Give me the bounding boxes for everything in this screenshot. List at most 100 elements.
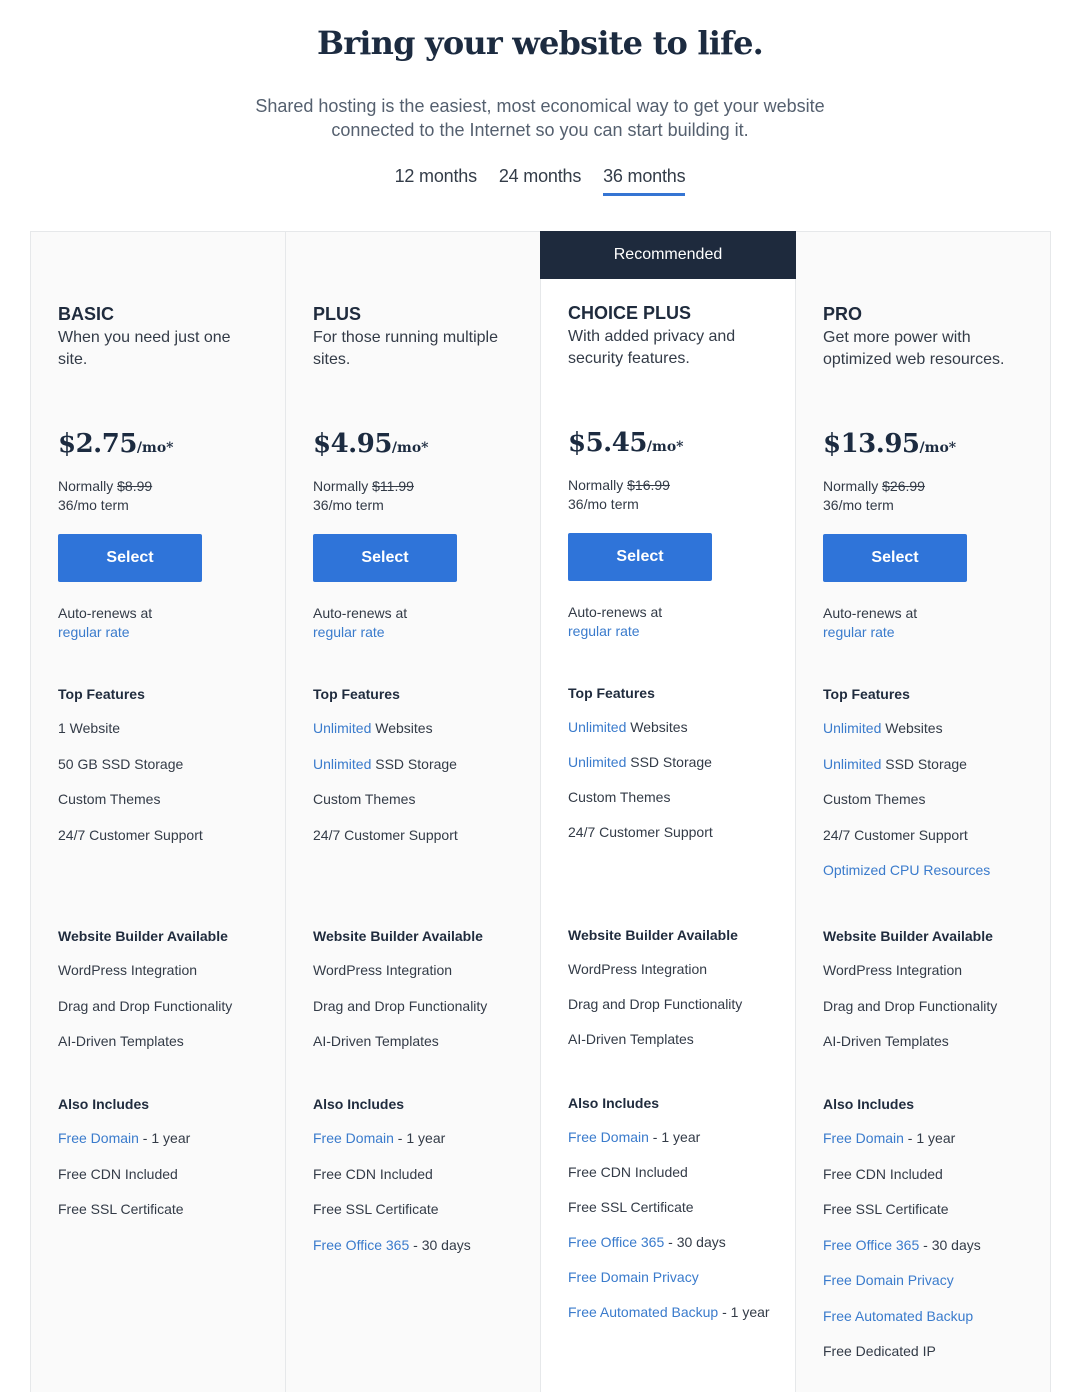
renew-info: Auto-renews at regular rate bbox=[313, 604, 407, 642]
feature-item: Free Domain Privacy bbox=[568, 1268, 788, 1287]
feature-item: AI-Driven Templates bbox=[568, 1031, 694, 1047]
regular-rate-link[interactable]: regular rate bbox=[823, 624, 895, 640]
feature-item: 24/7 Customer Support bbox=[823, 826, 1043, 845]
feature-text: Websites bbox=[371, 720, 433, 736]
price-unit: /mo* bbox=[646, 439, 684, 455]
feature-link[interactable]: Unlimited bbox=[568, 719, 626, 735]
feature-link[interactable]: Free Domain bbox=[823, 1130, 904, 1146]
pricing-cards: BASIC When you need just one site. $2.75/m… bbox=[30, 231, 1051, 1392]
feature-link[interactable]: Free Domain bbox=[568, 1129, 649, 1145]
renew-text: Auto-renews at bbox=[568, 604, 663, 620]
feature-link[interactable]: Optimized CPU Resources bbox=[823, 862, 990, 878]
website-builder-section: Website Builder Available WordPress Integ… bbox=[313, 928, 533, 1068]
tab-36-months[interactable]: 36 months bbox=[603, 166, 686, 196]
feature-link[interactable]: Unlimited bbox=[823, 720, 881, 736]
feature-text: Free CDN Included bbox=[823, 1165, 943, 1182]
feature-item: 24/7 Customer Support bbox=[313, 826, 533, 845]
section-title: Top Features bbox=[568, 685, 655, 701]
feature-item: Drag and Drop Functionality bbox=[313, 997, 488, 1014]
feature-item: 50 GB SSD Storage bbox=[58, 755, 278, 774]
section-title: Also Includes bbox=[568, 1095, 660, 1111]
feature-link[interactable]: Free Office 365 bbox=[823, 1237, 919, 1253]
feature-text: - 30 days bbox=[409, 1236, 471, 1253]
feature-item: Free Automated Backup - 1 year bbox=[568, 1303, 788, 1322]
feature-item: Custom Themes bbox=[823, 790, 1043, 809]
feature-text: - 1 year bbox=[648, 1129, 701, 1145]
feature-text: Free SSL Certificate bbox=[823, 1201, 949, 1217]
feature-text: - 1 year bbox=[393, 1130, 446, 1146]
plan-card-plus: PLUS For those running multiple sites. $4.… bbox=[286, 232, 541, 1392]
term-tabs: 12 months 24 months 36 months bbox=[0, 166, 1080, 196]
normally-label: Normally bbox=[313, 478, 369, 494]
feature-link[interactable]: Free Automated Backup bbox=[568, 1304, 718, 1320]
plan-description: Get more power with optimized web resour… bbox=[823, 329, 1005, 368]
feature-link[interactable]: Free Office 365 bbox=[313, 1237, 409, 1253]
normally-label: Normally bbox=[568, 477, 624, 493]
select-button[interactable]: Select bbox=[823, 534, 967, 582]
website-builder-section: Website Builder Available WordPress Integ… bbox=[568, 927, 788, 1065]
feature-item: WordPress Integration bbox=[313, 962, 453, 978]
feature-link[interactable]: Free Office 365 bbox=[568, 1234, 664, 1250]
normal-price-info: Normally $8.99 36/mo term bbox=[58, 477, 152, 515]
feature-link[interactable]: Unlimited bbox=[313, 720, 371, 736]
feature-item: Free Office 365 - 30 days bbox=[313, 1236, 533, 1255]
also-includes-section: Also Includes Free Domain - 1 year Free CD… bbox=[313, 1096, 533, 1271]
feature-link[interactable]: Free Domain bbox=[313, 1130, 394, 1146]
feature-item: WordPress Integration bbox=[568, 961, 708, 977]
feature-item: Free Domain - 1 year bbox=[823, 1129, 1043, 1148]
feature-item: Free CDN Included bbox=[568, 1163, 788, 1182]
section-title: Website Builder Available bbox=[823, 928, 993, 944]
feature-link[interactable]: Free Domain Privacy bbox=[823, 1272, 954, 1288]
feature-item: Free Dedicated IP bbox=[823, 1342, 1043, 1361]
term-label: 36/mo term bbox=[58, 497, 129, 513]
feature-item: Free Office 365 - 30 days bbox=[568, 1233, 788, 1252]
feature-item: Unlimited SSD Storage bbox=[568, 753, 788, 772]
regular-rate-link[interactable]: regular rate bbox=[568, 623, 640, 639]
select-button[interactable]: Select bbox=[313, 534, 457, 582]
top-features-section: Top Features Unlimited Websites Unlimited … bbox=[313, 686, 533, 861]
plan-name: CHOICE PLUS bbox=[568, 303, 692, 323]
regular-rate-link[interactable]: regular rate bbox=[58, 624, 130, 640]
feature-item: 24/7 Customer Support bbox=[568, 823, 788, 842]
top-features-section: Top Features Unlimited Websites Unlimited … bbox=[568, 685, 788, 858]
website-builder-section: Website Builder Available WordPress Integ… bbox=[823, 928, 1043, 1068]
also-includes-section: Also Includes Free Domain - 1 year Free CD… bbox=[823, 1096, 1043, 1378]
tab-24-months[interactable]: 24 months bbox=[499, 166, 581, 196]
feature-item: Unlimited Websites bbox=[823, 719, 1043, 738]
normally-label: Normally bbox=[58, 478, 114, 494]
select-button[interactable]: Select bbox=[58, 534, 202, 582]
feature-link[interactable]: Free Domain Privacy bbox=[568, 1269, 699, 1285]
normal-price-info: Normally $26.99 36/mo term bbox=[823, 477, 925, 515]
feature-text: 24/7 Customer Support bbox=[58, 826, 203, 843]
feature-link[interactable]: Unlimited bbox=[313, 756, 371, 772]
feature-text: Free Dedicated IP bbox=[823, 1343, 936, 1359]
feature-item: Unlimited Websites bbox=[568, 718, 788, 737]
feature-item: Free Domain - 1 year bbox=[58, 1129, 278, 1148]
plan-price: $2.75/mo* bbox=[58, 429, 174, 459]
feature-item: Free Office 365 - 30 days bbox=[823, 1236, 1043, 1255]
feature-link[interactable]: Free Automated Backup bbox=[823, 1308, 973, 1324]
normal-price-info: Normally $11.99 36/mo term bbox=[313, 477, 414, 515]
feature-item: Drag and Drop Functionality bbox=[568, 996, 743, 1012]
price-unit: /mo* bbox=[136, 440, 174, 456]
renew-text: Auto-renews at bbox=[313, 605, 408, 621]
feature-link[interactable]: Free Domain bbox=[58, 1130, 139, 1146]
feature-link[interactable]: Unlimited bbox=[823, 756, 881, 772]
feature-item: Free SSL Certificate bbox=[58, 1200, 278, 1219]
feature-text: Free SSL Certificate bbox=[58, 1201, 184, 1217]
feature-item: Free Domain Privacy bbox=[823, 1271, 1043, 1290]
feature-text: Custom Themes bbox=[823, 791, 926, 807]
feature-item: Unlimited SSD Storage bbox=[823, 755, 1043, 774]
feature-item: Free CDN Included bbox=[58, 1165, 278, 1184]
tab-12-months[interactable]: 12 months bbox=[395, 166, 477, 196]
feature-item: Free SSL Certificate bbox=[313, 1200, 533, 1219]
feature-text: Custom Themes bbox=[313, 791, 416, 807]
price-amount: $2.75 bbox=[58, 429, 137, 459]
feature-text: Free SSL Certificate bbox=[568, 1199, 694, 1215]
feature-item: Custom Themes bbox=[313, 790, 533, 809]
feature-link[interactable]: Unlimited bbox=[568, 754, 626, 770]
regular-rate-link[interactable]: regular rate bbox=[313, 624, 385, 640]
feature-item: Drag and Drop Functionality bbox=[58, 997, 233, 1014]
select-button[interactable]: Select bbox=[568, 533, 712, 581]
feature-item: WordPress Integration bbox=[58, 962, 198, 978]
